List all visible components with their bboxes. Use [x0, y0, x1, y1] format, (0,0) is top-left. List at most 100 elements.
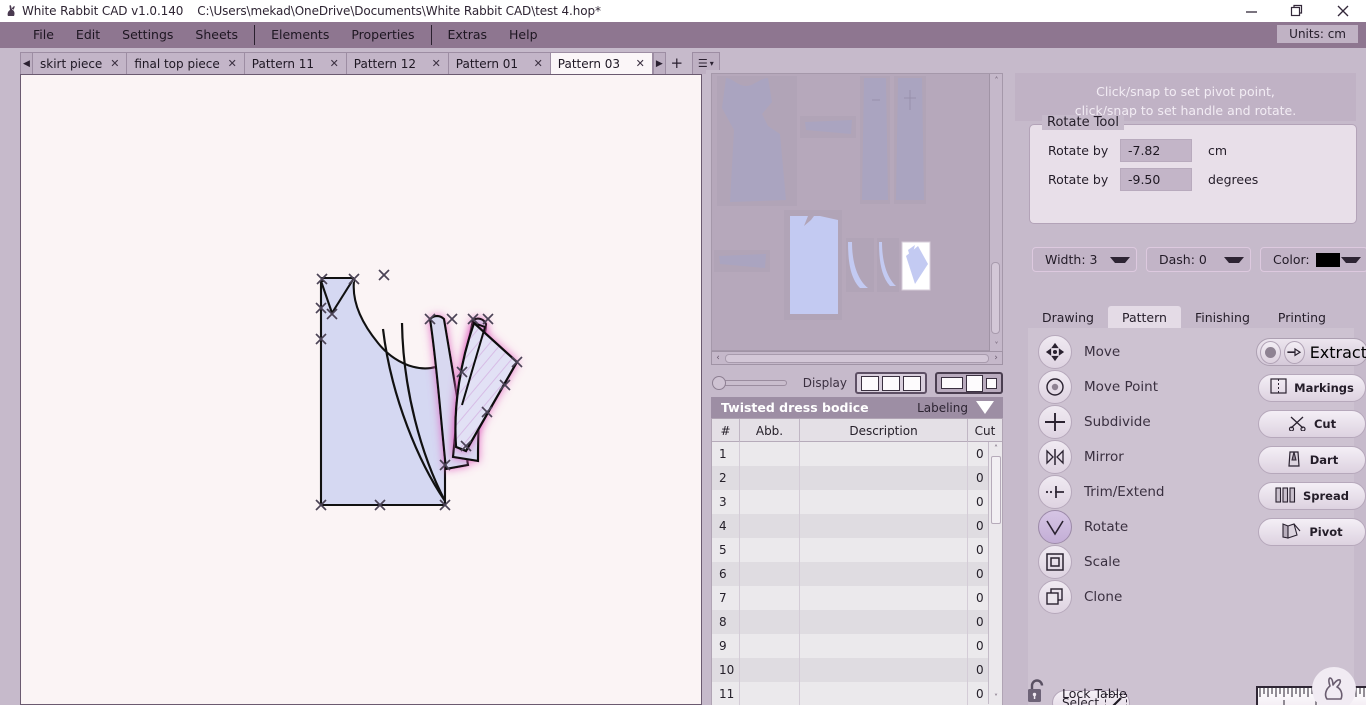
cell-num[interactable]: 2: [712, 466, 740, 490]
cell-desc[interactable]: [800, 682, 968, 705]
tab-pattern-12[interactable]: Pattern 12 ✕: [346, 52, 449, 74]
cell-num[interactable]: 9: [712, 634, 740, 658]
cell-num[interactable]: 6: [712, 562, 740, 586]
tab-scroll-left[interactable]: ◀: [20, 52, 33, 74]
extract-mode-toggle[interactable]: [1260, 340, 1281, 364]
cell-desc[interactable]: [800, 490, 968, 514]
markings-button[interactable]: Markings: [1258, 374, 1366, 402]
tab-scroll-right[interactable]: ▶: [652, 52, 666, 74]
tab-pattern[interactable]: Pattern: [1107, 306, 1181, 328]
pieces-table[interactable]: # Abb. Description Cut 10203040506070809…: [711, 418, 1003, 705]
scrollbar-thumb[interactable]: [991, 456, 1001, 524]
pivot-button[interactable]: Pivot: [1258, 518, 1366, 546]
table-row[interactable]: 40: [712, 514, 1002, 538]
table-row[interactable]: 80: [712, 610, 1002, 634]
dart-button[interactable]: Dart: [1258, 446, 1366, 474]
table-row[interactable]: 20: [712, 466, 1002, 490]
cell-abb[interactable]: [740, 610, 800, 634]
cell-num[interactable]: 4: [712, 514, 740, 538]
tool-clone[interactable]: Clone: [1038, 579, 1354, 614]
dash-style-dropdown[interactable]: Dash: 0: [1146, 247, 1251, 272]
menu-elements[interactable]: Elements: [260, 22, 340, 48]
cell-num[interactable]: 10: [712, 658, 740, 682]
tab-close-icon[interactable]: ✕: [329, 57, 340, 70]
cell-abb[interactable]: [740, 514, 800, 538]
tab-close-icon[interactable]: ✕: [635, 57, 646, 70]
cell-desc[interactable]: [800, 610, 968, 634]
menu-extras[interactable]: Extras: [437, 22, 499, 48]
cell-desc[interactable]: [800, 442, 968, 466]
cell-abb[interactable]: [740, 442, 800, 466]
spread-button[interactable]: Spread: [1258, 482, 1366, 510]
cell-num[interactable]: 1: [712, 442, 740, 466]
color-dropdown[interactable]: Color:: [1260, 247, 1366, 272]
table-row[interactable]: 60: [712, 562, 1002, 586]
tab-printing[interactable]: Printing: [1264, 306, 1340, 328]
extract-button-group[interactable]: Extract: [1256, 338, 1366, 366]
scroll-down-icon[interactable]: ˅: [989, 691, 1003, 704]
maximize-button[interactable]: [1274, 0, 1320, 22]
scrollbar-thumb[interactable]: [991, 262, 1000, 334]
cell-desc[interactable]: [800, 586, 968, 610]
cell-abb[interactable]: [740, 586, 800, 610]
drawing-canvas[interactable]: [20, 74, 702, 705]
tab-final-top-piece[interactable]: final top piece ✕: [127, 52, 245, 74]
thumbnail-horizontal-scrollbar[interactable]: ‹ ›: [711, 351, 1003, 365]
tab-pattern-11[interactable]: Pattern 11 ✕: [244, 52, 347, 74]
minimize-button[interactable]: [1228, 0, 1274, 22]
tab-pattern-03[interactable]: Pattern 03 ✕: [550, 52, 653, 74]
cell-desc[interactable]: [800, 634, 968, 658]
tab-finishing[interactable]: Finishing: [1181, 306, 1264, 328]
cell-abb[interactable]: [740, 466, 800, 490]
lock-table-row[interactable]: Lock Table: [1026, 678, 1127, 705]
tab-drawing[interactable]: Drawing: [1028, 306, 1108, 328]
rotate-by-cm-input[interactable]: -7.82: [1120, 139, 1192, 162]
cell-abb[interactable]: [740, 562, 800, 586]
cut-button[interactable]: Cut: [1258, 410, 1366, 438]
units-indicator[interactable]: Units: cm: [1277, 25, 1358, 43]
cell-num[interactable]: 11: [712, 682, 740, 705]
menu-sheets[interactable]: Sheets: [184, 22, 249, 48]
table-vertical-scrollbar[interactable]: ˄ ˅: [988, 442, 1002, 704]
thumbnail-vertical-scrollbar[interactable]: ˄ ˅: [989, 74, 1002, 352]
rotate-by-degrees-input[interactable]: -9.50: [1120, 168, 1192, 191]
menu-settings[interactable]: Settings: [111, 22, 184, 48]
cell-desc[interactable]: [800, 562, 968, 586]
table-row[interactable]: 70: [712, 586, 1002, 610]
display-zoom-slider[interactable]: [712, 376, 787, 390]
tab-close-icon[interactable]: ✕: [227, 57, 238, 70]
cell-abb[interactable]: [740, 634, 800, 658]
menu-edit[interactable]: Edit: [65, 22, 111, 48]
cell-num[interactable]: 7: [712, 586, 740, 610]
scroll-right-icon[interactable]: ›: [990, 353, 1002, 363]
menu-properties[interactable]: Properties: [340, 22, 425, 48]
tab-close-icon[interactable]: ✕: [431, 57, 442, 70]
table-row[interactable]: 90: [712, 634, 1002, 658]
table-row[interactable]: 50: [712, 538, 1002, 562]
cell-abb[interactable]: [740, 538, 800, 562]
menu-help[interactable]: Help: [498, 22, 549, 48]
tab-skirt-piece[interactable]: skirt piece ✕: [33, 52, 128, 74]
table-row[interactable]: 10 0: [712, 658, 1002, 682]
viewmode-equal-columns-button[interactable]: [855, 372, 927, 394]
sheet-thumbnail-view[interactable]: ˄ ˅: [711, 73, 1003, 352]
add-tab-button[interactable]: +: [665, 52, 688, 74]
scroll-up-icon[interactable]: ˄: [989, 442, 1003, 455]
cell-abb[interactable]: [740, 658, 800, 682]
cell-desc[interactable]: [800, 658, 968, 682]
slider-handle[interactable]: [712, 376, 726, 390]
scroll-left-icon[interactable]: ‹: [712, 353, 724, 363]
cell-abb[interactable]: [740, 682, 800, 705]
cell-desc[interactable]: [800, 538, 968, 562]
viewmode-uneven-columns-button[interactable]: [935, 372, 1003, 394]
line-width-dropdown[interactable]: Width: 3: [1032, 247, 1137, 272]
tab-close-icon[interactable]: ✕: [533, 57, 544, 70]
scroll-up-icon[interactable]: ˄: [990, 74, 1003, 87]
table-row[interactable]: 11 0: [712, 682, 1002, 705]
tab-pattern-01[interactable]: Pattern 01 ✕: [448, 52, 551, 74]
scrollbar-thumb[interactable]: [725, 353, 989, 363]
cell-desc[interactable]: [800, 466, 968, 490]
table-row[interactable]: 10: [712, 442, 1002, 466]
close-button[interactable]: [1320, 0, 1366, 22]
tool-scale[interactable]: Scale: [1038, 544, 1354, 579]
